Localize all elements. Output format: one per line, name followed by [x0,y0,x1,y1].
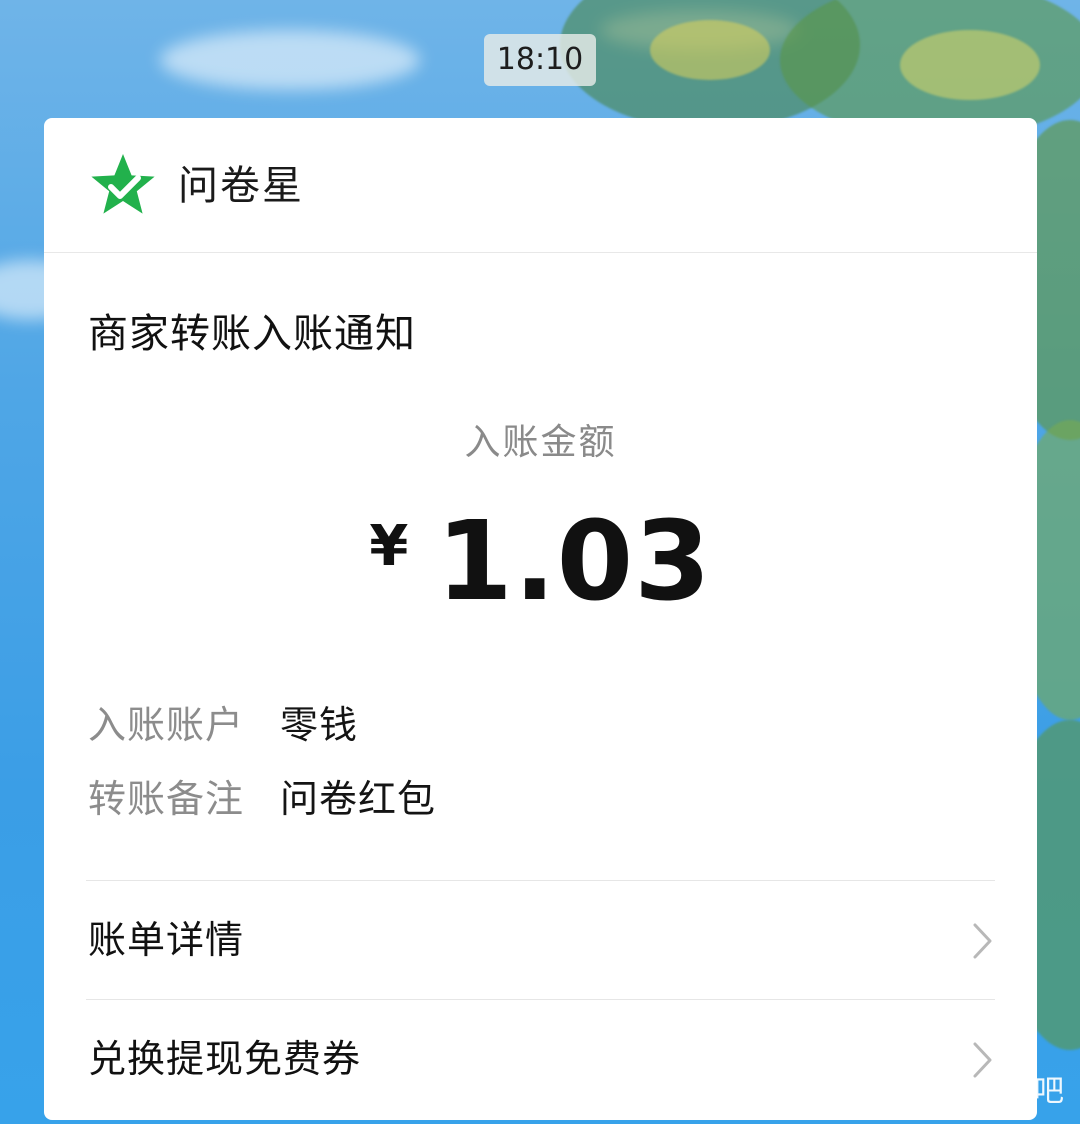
notification-card: 问卷星 商家转账入账通知 入账金额 ¥1.03 入账账户 零钱 转账备注 问卷红包 … [44,118,1037,1120]
detail-row-account: 入账账户 零钱 [88,698,358,752]
detail-value: 零钱 [280,703,359,747]
link-label: 兑换提现免费券 [88,1037,362,1081]
chevron-right-icon [973,1042,992,1078]
amount-label: 入账金额 [464,422,617,463]
amount-row: ¥1.03 [44,496,1037,626]
link-label: 账单详情 [88,918,245,962]
watermark-text: 吧 [1034,1074,1064,1109]
detail-key: 转账备注 [88,777,245,821]
time-indicator: 18:10 [484,34,596,86]
currency-symbol: ¥ [369,514,409,579]
bill-details-link[interactable]: 账单详情 [86,881,995,999]
amount-value: 1.03 [436,497,712,625]
card-header[interactable]: 问卷星 [44,118,1037,253]
detail-row-remark: 转账备注 问卷红包 [88,772,436,826]
app-name: 问卷星 [178,163,304,209]
redeem-withdraw-coupon-link[interactable]: 兑换提现免费券 [86,1000,995,1118]
detail-key: 入账账户 [88,703,245,747]
chevron-right-icon [973,923,992,959]
star-check-icon [91,154,155,214]
notification-title: 商家转账入账通知 [88,311,416,357]
detail-value: 问卷红包 [280,777,437,821]
